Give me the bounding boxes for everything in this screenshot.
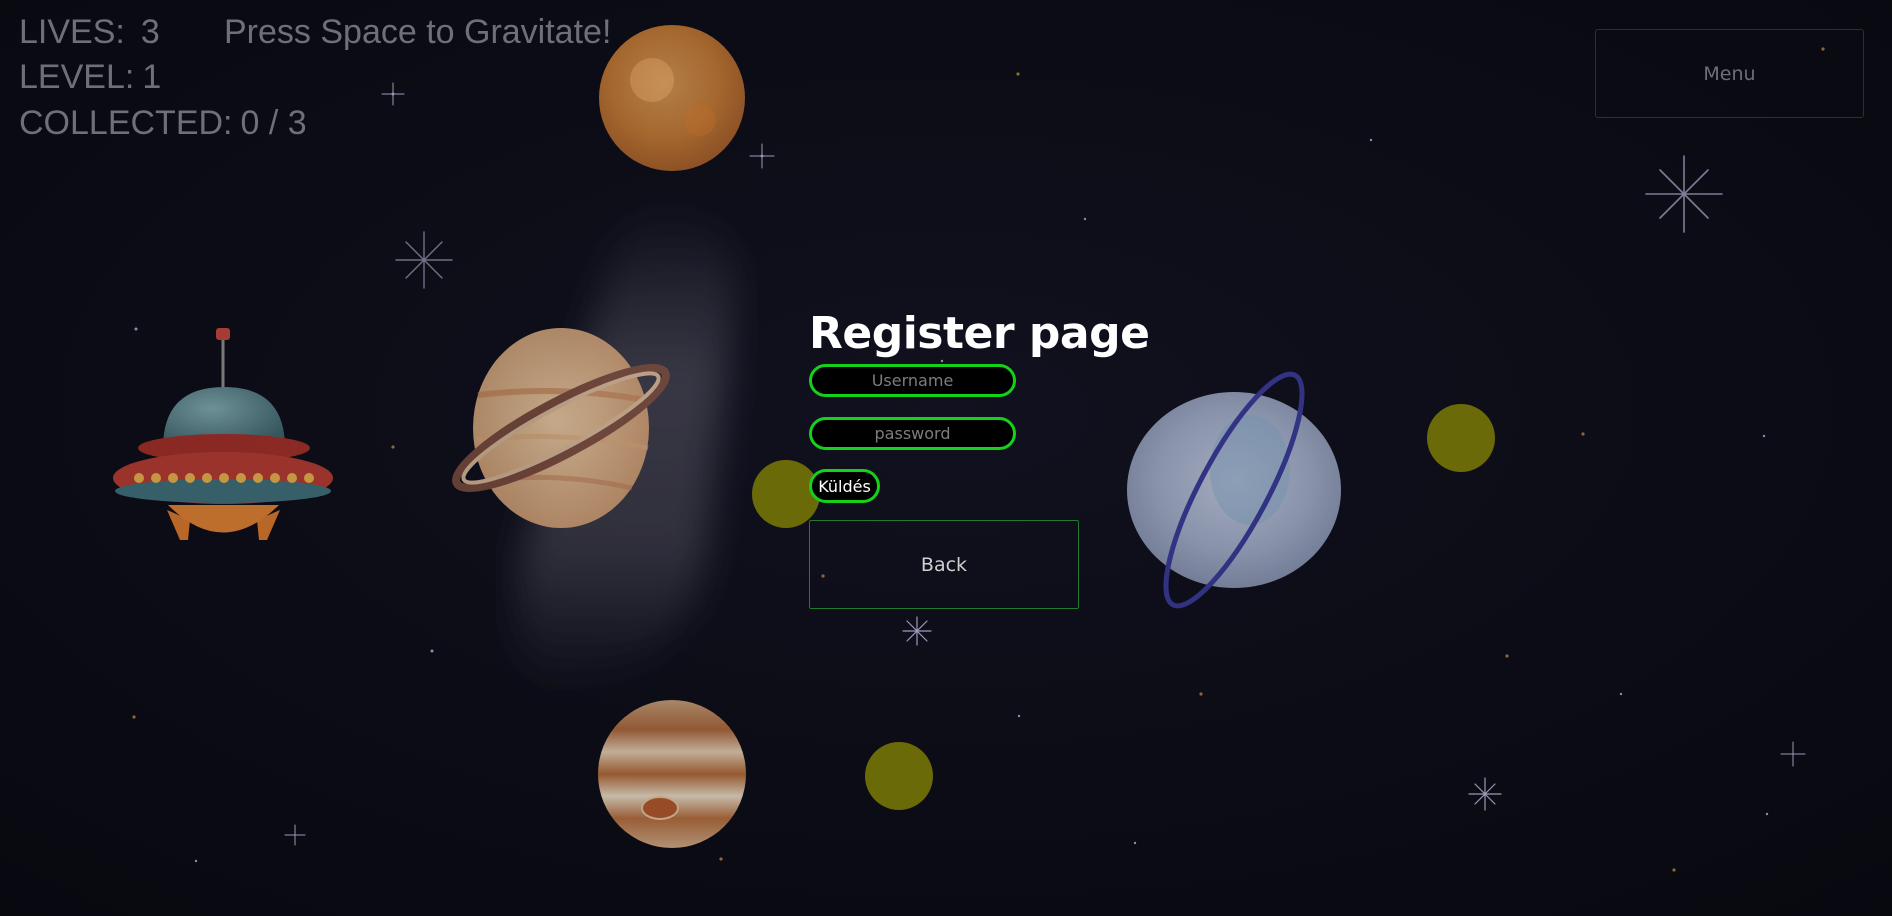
page-title: Register page — [809, 308, 1150, 359]
username-field[interactable] — [809, 364, 1016, 397]
collected-label: COLLECTED: — [19, 104, 233, 142]
jupiter-planet-icon — [598, 700, 746, 848]
back-button[interactable]: Back — [809, 520, 1079, 609]
gravitate-hint: Press Space to Gravitate! — [224, 13, 612, 51]
collectible-orb-icon — [865, 742, 933, 810]
collected-value: 0 / 3 — [240, 104, 307, 142]
menu-button[interactable]: Menu — [1595, 29, 1864, 118]
lives-label: LIVES: — [19, 13, 125, 51]
collectible-orb-icon — [1427, 404, 1495, 472]
sun-planet-icon — [599, 25, 745, 171]
lives-counter: LIVES: 3 — [19, 15, 160, 49]
collected-counter: COLLECTED: 0 / 3 — [19, 106, 307, 140]
level-label: LEVEL: — [19, 58, 135, 96]
level-counter: LEVEL: 1 — [19, 60, 161, 94]
submit-button[interactable]: Küldés — [809, 469, 880, 503]
collectible-orb-icon — [752, 460, 820, 528]
password-field[interactable] — [809, 417, 1016, 450]
level-value: 1 — [142, 58, 162, 96]
lives-value: 3 — [140, 13, 160, 51]
